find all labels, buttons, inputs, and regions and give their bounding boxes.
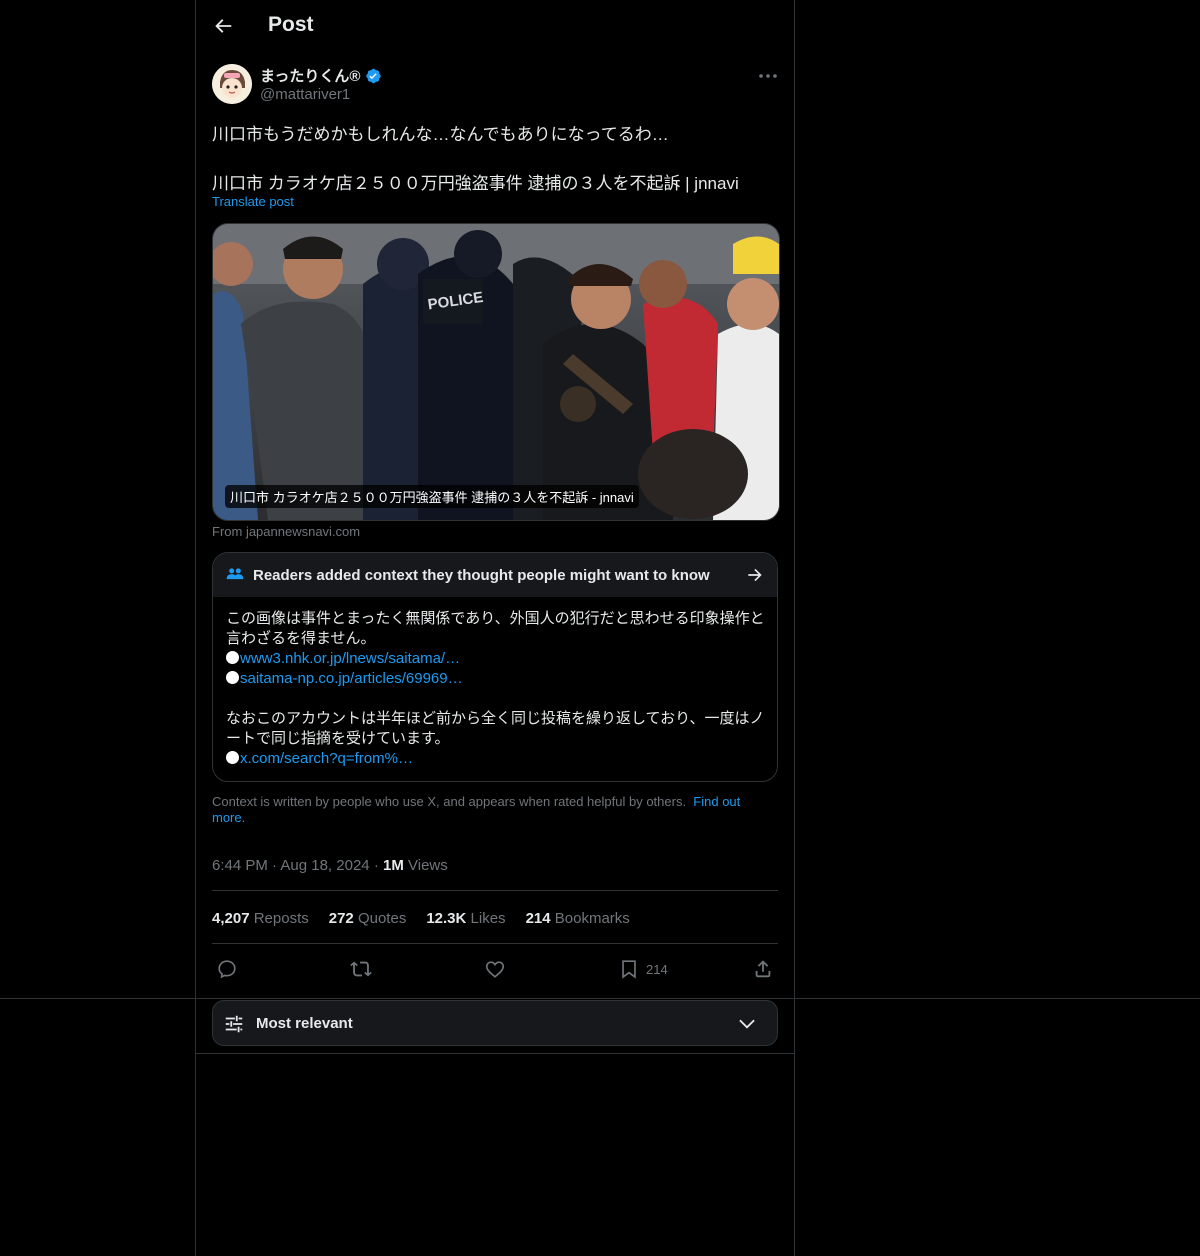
views-label: Views (408, 857, 448, 874)
note-link-nhk[interactable]: www3.nhk.or.jp/lnews/saitama/… (240, 650, 460, 667)
likes-stat[interactable]: 12.3K Likes (426, 910, 505, 927)
reply-button[interactable] (216, 957, 238, 981)
sliders-icon (225, 1015, 243, 1033)
likes-label: Likes (470, 910, 506, 927)
community-note-title: Readers added context they thought peopl… (253, 567, 710, 584)
white-circle-icon (226, 651, 239, 664)
bookmark-icon (622, 960, 636, 979)
context-footer: Context is written by people who use X, … (212, 794, 772, 826)
heart-icon (485, 961, 505, 978)
divider (212, 943, 778, 944)
community-note-header[interactable]: Readers added context they thought peopl… (213, 553, 777, 597)
arrow-right-icon[interactable] (745, 565, 765, 585)
like-button[interactable] (484, 957, 506, 981)
bookmarks-stat[interactable]: 214 Bookmarks (526, 910, 630, 927)
back-arrow-icon[interactable] (212, 15, 234, 37)
post-text-line-1: 川口市もうだめかもしれんな…なんでもありになってるわ… (212, 125, 669, 144)
note-spacer (226, 689, 766, 709)
translate-post-link[interactable]: Translate post (212, 194, 294, 209)
people-icon (226, 568, 244, 580)
more-options-icon[interactable] (756, 64, 780, 88)
context-footer-text: Context is written by people who use X, … (212, 794, 687, 809)
reposts-label: Reposts (253, 910, 309, 927)
main-column: Post まったりくん® @mattariver1 川口市もうだめかもしれんな…… (195, 0, 795, 1256)
reposts-stat[interactable]: 4,207 Reposts (212, 910, 309, 927)
author-handle[interactable]: @mattariver1 (260, 86, 350, 103)
repost-button[interactable] (350, 957, 372, 981)
link-card-caption: 川口市 カラオケ店２５００万円強盗事件 逮捕の３人を不起訴 - jnnavi (225, 485, 639, 508)
avatar[interactable] (212, 64, 252, 104)
share-icon (755, 960, 771, 978)
note-link-row-1: www3.nhk.or.jp/lnews/saitama/… (226, 649, 766, 669)
author-name-row[interactable]: まったりくん® (260, 65, 382, 86)
bookmarks-label: Bookmarks (554, 910, 630, 927)
likes-count: 12.3K (426, 910, 467, 927)
verified-badge-icon (366, 68, 382, 83)
quotes-stat[interactable]: 272 Quotes (329, 910, 407, 927)
repost-icon (350, 961, 372, 977)
community-note-body: この画像は事件とまったく無関係であり、外国人の犯行だと思わせる印象操作と言わざる… (226, 609, 766, 769)
post-meta: 6:44 PM · Aug 18, 2024 · 1M Views (212, 857, 448, 874)
post-date[interactable]: Aug 18, 2024 (280, 857, 369, 874)
bookmark-count: 214 (646, 961, 668, 977)
meta-separator: · (272, 857, 278, 874)
quotes-label: Quotes (357, 910, 407, 927)
note-paragraph-2: なおこのアカウントは半年ほど前から全く同じ投稿を繰り返しており、一度はノートで同… (226, 710, 765, 747)
bookmarks-count: 214 (525, 910, 551, 927)
link-preview-card[interactable]: POLICE 川口市 カラオケ店２５００万円強盗事件 逮捕の３人を不起訴 - j… (212, 223, 780, 521)
reposts-count: 4,207 (212, 910, 250, 927)
white-circle-icon (226, 751, 239, 764)
share-button[interactable] (752, 957, 774, 981)
note-link-saitama-np[interactable]: saitama-np.co.jp/articles/69969… (240, 670, 463, 687)
page-header: Post (196, 0, 794, 54)
note-link-x-search[interactable]: x.com/search?q=from%… (240, 750, 413, 767)
reply-icon (218, 960, 236, 979)
news-photo: POLICE (213, 224, 779, 520)
link-source[interactable]: From japannewsnavi.com (212, 524, 360, 539)
post-text-line-2: 川口市 カラオケ店２５００万円強盗事件 逮捕の３人を不起訴 | jnnavi (212, 174, 739, 193)
note-paragraph-1: この画像は事件とまったく無関係であり、外国人の犯行だと思わせる印象操作と言わざる… (226, 610, 765, 647)
chevron-down-icon (739, 1019, 755, 1029)
bookmark-button[interactable]: 214 (618, 957, 668, 981)
note-link-row-2: saitama-np.co.jp/articles/69969… (226, 669, 766, 689)
divider (212, 890, 778, 891)
author-name[interactable]: まったりくん® (260, 65, 360, 86)
reply-sort-dropdown[interactable]: Most relevant (212, 1000, 778, 1046)
divider (196, 1053, 794, 1054)
quotes-count: 272 (328, 910, 354, 927)
white-circle-icon (226, 671, 239, 684)
engagement-stats: 4,207 Reposts 272 Quotes 12.3K Likes 214… (212, 910, 630, 927)
page-title: Post (268, 13, 314, 36)
sort-label: Most relevant (256, 1015, 353, 1032)
note-link-row-3: x.com/search?q=from%… (226, 749, 766, 769)
post-time[interactable]: 6:44 PM (212, 857, 268, 874)
community-note: Readers added context they thought peopl… (212, 552, 778, 782)
meta-separator: · (373, 857, 379, 874)
avatar-illustration (212, 64, 252, 104)
views-count: 1M (382, 857, 404, 874)
